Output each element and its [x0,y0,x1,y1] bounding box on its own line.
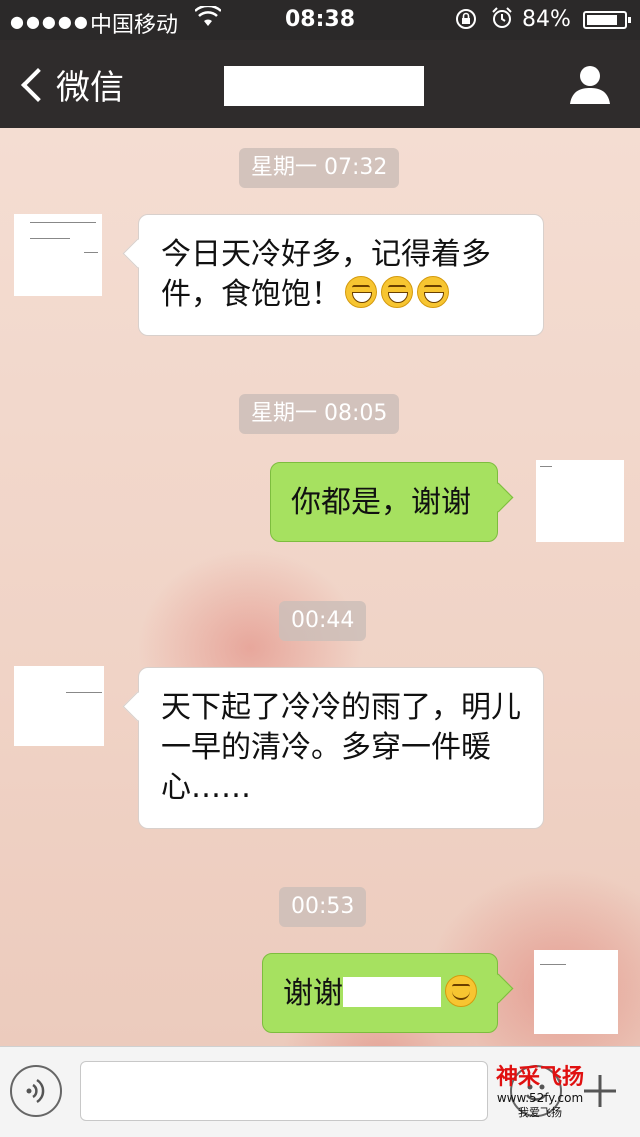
outgoing-message-bubble[interactable]: 你都是，谢谢 [270,462,498,542]
watermark-title: 神采飞扬 [495,1065,584,1090]
my-avatar[interactable] [534,950,618,1034]
contact-name-redacted [224,66,424,106]
status-bar: ●●●●● 中国移动 08:38 84% [0,0,640,40]
grin-emoji [417,276,449,308]
chevron-left-icon [21,67,55,102]
message-timestamp: 星期一 07:32 [239,148,400,188]
sender-avatar[interactable] [14,666,104,746]
battery-icon [583,11,631,29]
incoming-message-bubble[interactable]: 今日天冷好多，记得着多件，食饱饱！ [138,214,544,336]
message-timestamp: 00:44 [279,601,367,641]
voice-icon [26,1078,45,1104]
sender-avatar[interactable] [14,214,102,296]
alarm-icon [490,6,514,35]
incoming-message-bubble[interactable]: 天下起了冷冷的雨了，明儿一早的清冷。多穿一件暖心…… [138,667,544,829]
back-label: 微信 [56,68,124,108]
message-input[interactable] [80,1061,488,1121]
watermark-slogan: 我爱飞扬 [518,1106,562,1119]
site-watermark: 神采飞扬 www.52fy.com 我爱飞扬 [480,1066,600,1132]
battery-percent: 84% [522,7,571,32]
grin-emoji [381,276,413,308]
watermark-url: www.52fy.com [496,1091,584,1105]
smile-emoji [445,975,477,1007]
grin-emoji [345,276,377,308]
nav-bar: 微信 [0,40,640,128]
message-text: 谢谢 [283,976,343,1011]
rotation-lock-icon [454,7,478,36]
message-text: 你都是，谢谢 [291,485,471,520]
message-text: 天下起了冷冷的雨了，明儿一早的清冷。多穿一件暖心…… [161,690,521,805]
voice-input-button[interactable] [10,1065,62,1117]
my-avatar[interactable] [536,460,624,542]
contact-profile-icon[interactable] [568,62,612,106]
back-button[interactable]: 微信 [18,60,124,109]
outgoing-message-bubble[interactable]: 谢谢 [262,953,498,1033]
message-timestamp: 星期一 08:05 [239,394,400,434]
message-timestamp: 00:53 [279,887,367,927]
redacted-text [343,977,441,1007]
